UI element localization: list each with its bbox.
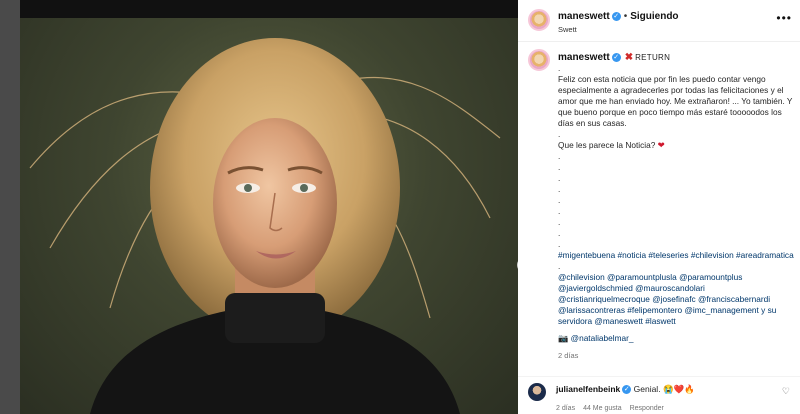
- camera-icon: 📷: [558, 333, 569, 343]
- cross-mark-icon: ✖: [624, 52, 634, 63]
- caption-dot: .: [558, 261, 561, 271]
- caption-body: . Feliz con esta noticia que por fin les…: [558, 63, 794, 361]
- post-side-panel: maneswett ✓ • Siguiendo Swett ••• maneswett…: [518, 0, 800, 414]
- caption-dot: .: [558, 206, 561, 216]
- caption-question: Que les parece la Noticia?: [558, 140, 656, 150]
- caption-mentions-line[interactable]: @chilevision @paramountplusla @paramount…: [558, 272, 794, 283]
- portrait-illustration: [29, 38, 501, 414]
- author-subtitle: Swett: [558, 25, 577, 34]
- caption-dot: .: [558, 239, 561, 249]
- photo-credit-line: 📷 @nataliabelmar_: [558, 333, 794, 344]
- comment-row: julianelfenbeink ✓ Genial. 😭❤️🔥 2 días 44 …: [518, 376, 800, 414]
- caption-dot: .: [558, 63, 561, 73]
- comment-emojis: 😭❤️🔥: [662, 384, 695, 394]
- post-photo: ›: [20, 0, 518, 414]
- caption-username[interactable]: maneswett: [558, 52, 610, 63]
- comment-likes[interactable]: 44 Me gusta: [583, 405, 622, 412]
- author-username[interactable]: maneswett: [558, 11, 610, 22]
- caption-header: maneswett ✓ ✖ RETURN: [558, 52, 670, 63]
- caption-timestamp: 2 días: [558, 351, 579, 360]
- separator-dot: •: [623, 11, 628, 22]
- caption-paragraph: Feliz con esta noticia que por fin les p…: [558, 74, 793, 128]
- caption-mentions-line[interactable]: servidora @maneswett #laswett: [558, 316, 794, 327]
- caption-mentions-line[interactable]: @cristianriquelmecroque @josefinafc @fra…: [558, 294, 794, 305]
- author-line: maneswett ✓ • Siguiendo: [558, 11, 679, 22]
- heart-icon: ❤: [657, 140, 665, 150]
- caption-mentions-line[interactable]: @javiergoldschmied @mauroscandolari: [558, 283, 794, 294]
- caption-dot: .: [558, 129, 561, 139]
- following-button[interactable]: Siguiendo: [630, 11, 678, 22]
- reply-button[interactable]: Responder: [630, 405, 664, 412]
- verified-badge-icon: ✓: [611, 11, 621, 21]
- caption-dot: .: [558, 217, 561, 227]
- caption-dot: .: [558, 228, 561, 238]
- caption-mentions-line[interactable]: @larissacontreras #felipemontero @imc_ma…: [558, 305, 794, 316]
- caption-dot: .: [558, 184, 561, 194]
- caption-dot: .: [558, 195, 561, 205]
- comment-line: julianelfenbeink ✓ Genial. 😭❤️🔥: [556, 384, 695, 395]
- caption-dot: .: [558, 173, 561, 183]
- return-text: RETURN: [635, 53, 671, 62]
- author-avatar[interactable]: [528, 9, 550, 31]
- comment-meta: 2 días 44 Me gusta Responder: [556, 405, 672, 412]
- commenter-username[interactable]: julianelfenbeink: [556, 384, 620, 394]
- comment-text: Genial.: [633, 384, 661, 394]
- commenter-avatar[interactable]: [528, 383, 546, 401]
- more-options-icon[interactable]: •••: [776, 11, 792, 25]
- caption-hashtags[interactable]: #migentebuena #noticia #teleseries #chil…: [558, 250, 794, 261]
- caption-dot: .: [558, 162, 561, 172]
- photo-top-bar: [20, 0, 518, 18]
- photo-credit[interactable]: @nataliabelmar_: [571, 333, 634, 343]
- verified-badge-icon: ✓: [611, 53, 621, 63]
- comment-timestamp: 2 días: [556, 405, 576, 412]
- caption-dot: .: [558, 151, 561, 161]
- post-header: maneswett ✓ • Siguiendo Swett •••: [518, 0, 800, 42]
- verified-badge-icon: ✓: [622, 385, 632, 395]
- caption-avatar[interactable]: [528, 49, 550, 71]
- like-comment-heart-icon[interactable]: ♡: [782, 386, 790, 397]
- caption-question-line: Que les parece la Noticia? ❤: [558, 140, 794, 151]
